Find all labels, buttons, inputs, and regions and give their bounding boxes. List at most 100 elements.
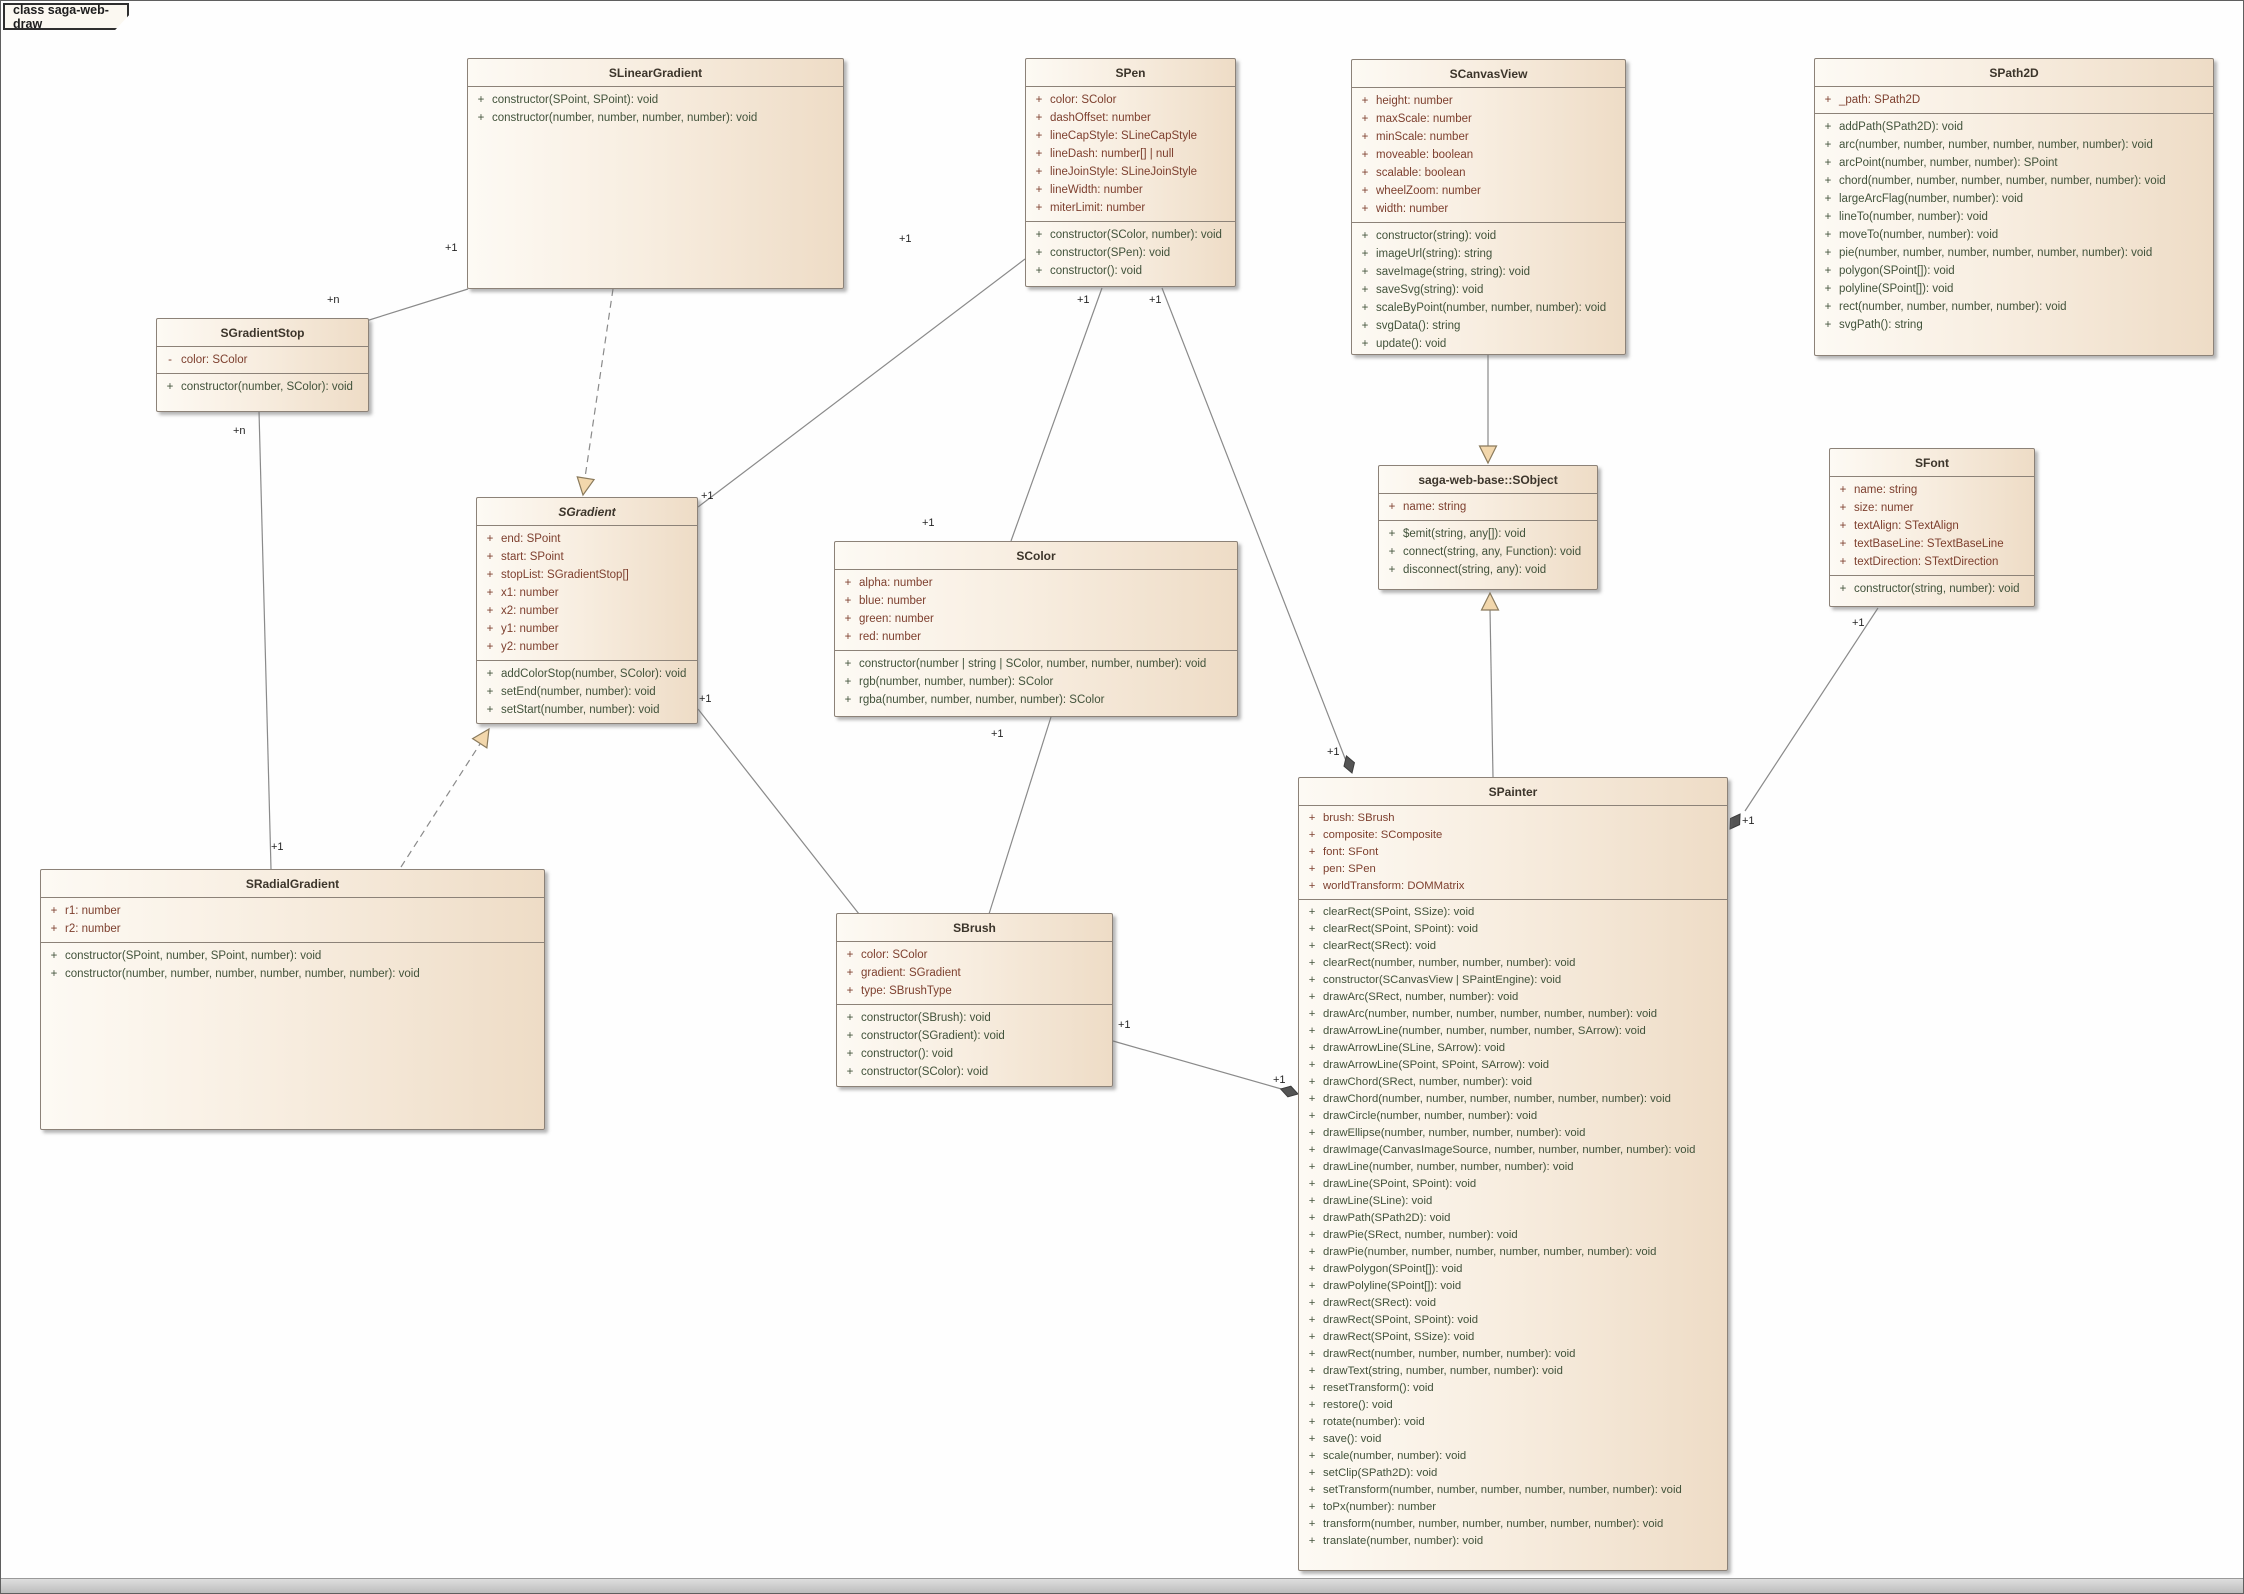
member-text: setStart(number, number): void xyxy=(501,701,695,719)
member-text: clearRect(SRect): void xyxy=(1323,938,1725,955)
member-row: +width: number xyxy=(1354,200,1623,218)
member-row: +constructor(SBrush): void xyxy=(839,1009,1110,1027)
visibility-marker: + xyxy=(1301,878,1323,895)
member-row: +saveImage(string, string): void xyxy=(1354,263,1623,281)
member-text: rotate(number): void xyxy=(1323,1414,1725,1431)
class-box-sfont[interactable]: SFont +name: string+size: numer+textAlig… xyxy=(1829,448,2035,607)
visibility-marker: + xyxy=(1832,535,1854,553)
class-title: SGradient xyxy=(477,498,697,526)
class-box-spath2d[interactable]: SPath2D +_path: SPath2D +addPath(SPath2D… xyxy=(1814,58,2214,356)
class-box-sobject[interactable]: saga-web-base::SObject +name: string +$e… xyxy=(1378,465,1598,590)
visibility-marker: + xyxy=(1301,810,1323,827)
multiplicity-label: +1 xyxy=(1118,1019,1131,1031)
class-attributes: +color: SColor+dashOffset: number+lineCa… xyxy=(1026,87,1235,222)
class-attributes: +color: SColor+gradient: SGradient+type:… xyxy=(837,942,1112,1005)
generalization-arrow-icon xyxy=(1482,593,1499,610)
visibility-marker: + xyxy=(1354,227,1376,245)
member-text: y1: number xyxy=(501,620,695,638)
member-row: +drawPolygon(SPoint[]): void xyxy=(1301,1261,1725,1278)
member-row: +y1: number xyxy=(479,620,695,638)
multiplicity-label: +1 xyxy=(1273,1074,1286,1086)
class-box-spainter[interactable]: SPainter +brush: SBrush+composite: SComp… xyxy=(1298,777,1728,1571)
member-text: color: SColor xyxy=(181,351,366,369)
member-text: type: SBrushType xyxy=(861,982,1110,1000)
member-row: +type: SBrushType xyxy=(839,982,1110,1000)
visibility-marker: + xyxy=(1354,245,1376,263)
member-row: +saveSvg(string): void xyxy=(1354,281,1623,299)
member-row: +drawCircle(number, number, number): voi… xyxy=(1301,1108,1725,1125)
member-text: drawChord(number, number, number, number… xyxy=(1323,1091,1725,1108)
class-title: SFont xyxy=(1830,449,2034,477)
member-text: textBaseLine: STextBaseLine xyxy=(1854,535,2032,553)
visibility-marker: + xyxy=(479,584,501,602)
composition-diamond-icon xyxy=(1341,754,1357,775)
class-title: SColor xyxy=(835,542,1237,570)
class-title: SLinearGradient xyxy=(468,59,843,87)
multiplicity-label: +1 xyxy=(1742,815,1755,827)
member-text: restore(): void xyxy=(1323,1397,1725,1414)
member-row: +arcPoint(number, number, number): SPoin… xyxy=(1817,154,2211,172)
visibility-marker: + xyxy=(1354,317,1376,335)
member-row: +constructor(SColor): void xyxy=(839,1063,1110,1081)
connector-painter-sobject-generalization xyxy=(1490,609,1493,777)
visibility-marker: + xyxy=(43,965,65,983)
visibility-marker: + xyxy=(839,1009,861,1027)
visibility-marker: + xyxy=(1028,244,1050,262)
member-row: +setClip(SPath2D): void xyxy=(1301,1465,1725,1482)
member-text: drawChord(SRect, number, number): void xyxy=(1323,1074,1725,1091)
member-text: saveSvg(string): void xyxy=(1376,281,1623,299)
visibility-marker: + xyxy=(1301,1159,1323,1176)
class-box-spen[interactable]: SPen +color: SColor+dashOffset: number+l… xyxy=(1025,58,1236,287)
class-box-scanvasview[interactable]: SCanvasView +height: number+maxScale: nu… xyxy=(1351,59,1626,355)
member-text: x1: number xyxy=(501,584,695,602)
visibility-marker: + xyxy=(1301,1295,1323,1312)
member-text: lineCapStyle: SLineCapStyle xyxy=(1050,127,1233,145)
member-row: +lineDash: number[] | null xyxy=(1028,145,1233,163)
class-methods: +$emit(string, any[]): void+connect(stri… xyxy=(1379,521,1597,589)
member-text: textAlign: STextAlign xyxy=(1854,517,2032,535)
diagram-title: class saga-web-draw xyxy=(13,3,127,31)
visibility-marker: + xyxy=(1028,262,1050,280)
class-box-sgradient[interactable]: SGradient +end: SPoint+start: SPoint+sto… xyxy=(476,497,698,724)
visibility-marker: + xyxy=(1301,1074,1323,1091)
class-methods: +constructor(string): void+imageUrl(stri… xyxy=(1352,223,1625,354)
member-row: +drawLine(SLine): void xyxy=(1301,1193,1725,1210)
visibility-marker: + xyxy=(1381,561,1403,579)
visibility-marker: + xyxy=(1028,145,1050,163)
class-attributes: +_path: SPath2D xyxy=(1815,87,2213,114)
member-text: drawPie(SRect, number, number): void xyxy=(1323,1227,1725,1244)
member-row: +update(): void xyxy=(1354,335,1623,353)
member-row: -color: SColor xyxy=(159,351,366,369)
member-text: scalable: boolean xyxy=(1376,164,1623,182)
member-row: +textAlign: STextAlign xyxy=(1832,517,2032,535)
member-text: constructor(number | string | SColor, nu… xyxy=(859,655,1235,673)
visibility-marker: + xyxy=(1301,1482,1323,1499)
member-row: +scalable: boolean xyxy=(1354,164,1623,182)
visibility-marker: + xyxy=(1817,190,1839,208)
member-row: +constructor(): void xyxy=(1028,262,1233,280)
visibility-marker: + xyxy=(1028,109,1050,127)
member-row: +alpha: number xyxy=(837,574,1235,592)
visibility-marker: + xyxy=(1301,1329,1323,1346)
visibility-marker: + xyxy=(1028,91,1050,109)
class-box-sradialgradient[interactable]: SRadialGradient +r1: number+r2: number +… xyxy=(40,869,545,1130)
member-text: transform(number, number, number, number… xyxy=(1323,1516,1725,1533)
class-box-scolor[interactable]: SColor +alpha: number+blue: number+green… xyxy=(834,541,1238,717)
member-row: +constructor(string): void xyxy=(1354,227,1623,245)
class-box-slineargradient[interactable]: SLinearGradient +constructor(SPoint, SPo… xyxy=(467,58,844,289)
class-box-sgradientstop[interactable]: SGradientStop -color: SColor +constructo… xyxy=(156,318,369,412)
member-text: drawRect(SPoint, SPoint): void xyxy=(1323,1312,1725,1329)
member-row: +pen: SPen xyxy=(1301,861,1725,878)
member-row: +constructor(SPoint, SPoint): void xyxy=(470,91,841,109)
member-text: largeArcFlag(number, number): void xyxy=(1839,190,2211,208)
member-text: lineWidth: number xyxy=(1050,181,1233,199)
member-text: color: SColor xyxy=(1050,91,1233,109)
member-text: brush: SBrush xyxy=(1323,810,1725,827)
visibility-marker: - xyxy=(159,351,181,369)
visibility-marker: + xyxy=(1028,163,1050,181)
connector-pen-gradient xyxy=(698,259,1025,507)
member-text: constructor(): void xyxy=(1050,262,1233,280)
member-text: arc(number, number, number, number, numb… xyxy=(1839,136,2211,154)
class-box-sbrush[interactable]: SBrush +color: SColor+gradient: SGradien… xyxy=(836,913,1113,1087)
member-text: x2: number xyxy=(501,602,695,620)
